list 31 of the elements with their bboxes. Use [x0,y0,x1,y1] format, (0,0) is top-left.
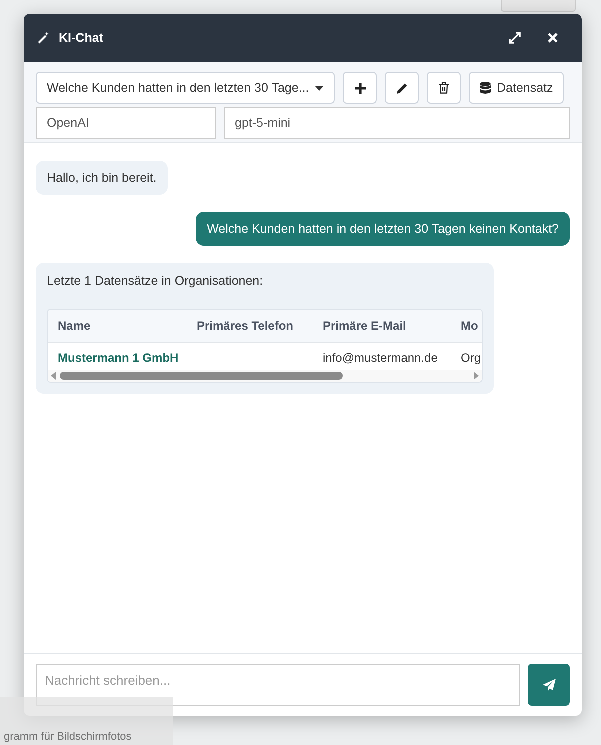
record-link[interactable]: Mustermann 1 GmbH [58,351,179,365]
message-text: Letzte 1 Datensätze in Organisationen: [47,273,264,289]
scroll-right-icon[interactable] [474,372,479,380]
model-field[interactable]: gpt-5-mini [224,107,570,139]
send-icon [542,678,556,692]
edit-button[interactable] [385,72,419,104]
column-header: Name [48,310,187,342]
send-button[interactable] [528,664,570,706]
column-header: Mo [453,310,482,342]
message-input[interactable]: Nachricht schreiben... [36,664,520,706]
message-text: Welche Kunden hatten in den letzten 30 Tagen keinen Kontakt? [207,222,559,236]
delete-button[interactable] [427,72,461,104]
window-title: KI-Chat [59,31,104,45]
caret-icon [315,86,324,90]
notification-text: gramm für Bildschirmfotos [4,731,132,743]
new-chat-button[interactable] [343,72,377,104]
pencil-icon [396,82,408,94]
dataset-button[interactable]: Datensatz [469,72,564,104]
column-header: Primäre E-Mail [313,310,453,342]
horizontal-scrollbar[interactable] [48,370,482,382]
scroll-left-icon[interactable] [51,372,56,380]
magic-wand-icon [38,32,50,44]
table-cell: Org [461,351,482,365]
column-header: Primäres Telefon [187,310,313,342]
provider-field[interactable]: OpenAI [36,107,216,139]
message-text: Hallo, ich bin bereit. [47,171,157,185]
database-icon [480,82,491,94]
table-cell: info@mustermann.de [323,351,438,365]
conversation-select[interactable]: Welche Kunden hatten in den letzten 30 Tage... [36,72,335,104]
trash-icon [439,82,449,94]
plus-icon [354,82,366,94]
